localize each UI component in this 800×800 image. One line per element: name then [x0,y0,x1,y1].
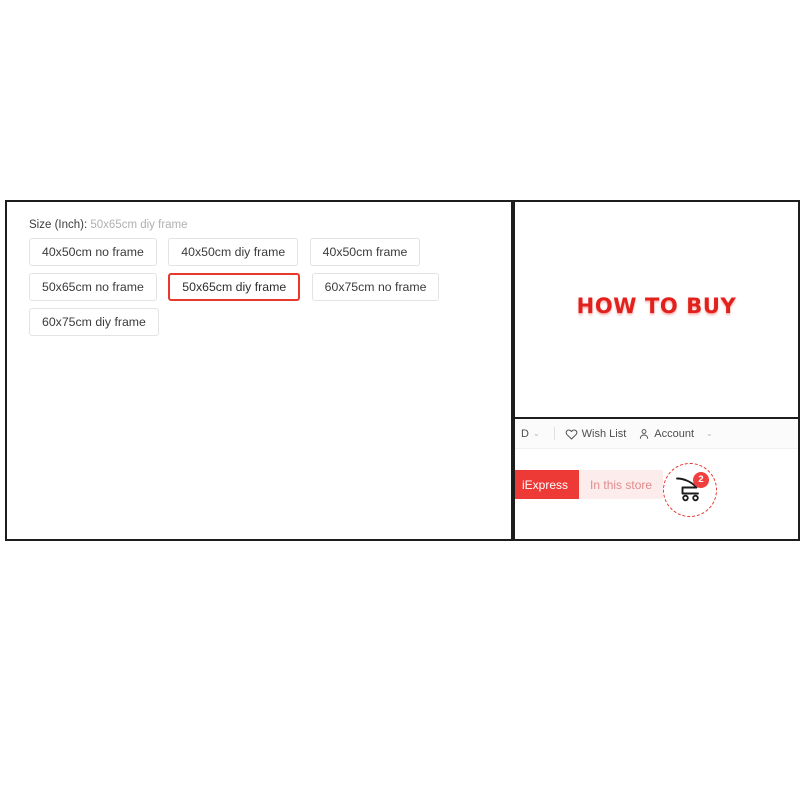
screenshot-stage: Size (Inch): 50x65cm diy frame 40x50cm n… [0,0,800,800]
search-scope-tabs: iExpress In this store [515,470,664,499]
wish-list-label: Wish List [581,427,627,440]
wish-list-link[interactable]: Wish List [565,427,627,440]
sku-option-60x75-no-frame[interactable]: 60x75cm no frame [311,273,440,301]
heart-icon [565,428,577,439]
sku-option-40x50-diy-frame[interactable]: 40x50cm diy frame [168,238,299,266]
site-header-panel: D ⌄ Wish List Account ⌄ iExpress In this… [513,419,800,541]
sku-option-50x65-no-frame[interactable]: 50x65cm no frame [29,273,157,301]
sku-option-60x75-diy-frame[interactable]: 60x75cm diy frame [29,308,159,336]
site-top-navigation: D ⌄ Wish List Account ⌄ [515,419,798,449]
sku-property-label: Size (Inch): [29,219,88,231]
shopping-cart-button[interactable]: 2 [675,472,709,505]
product-purchase-panel: Size (Inch): 50x65cm diy frame 40x50cm n… [5,200,513,541]
how-to-buy-heading: HOW TO BUY [576,294,737,318]
sku-selected-value: 50x65cm diy frame [90,219,188,231]
chevron-down-icon: ⌄ [532,429,540,438]
account-menu[interactable]: Account [638,428,694,440]
currency-label: D [521,427,529,440]
cart-count-badge: 2 [693,472,709,488]
sku-option-50x65-diy-frame[interactable]: 50x65cm diy frame [168,273,301,301]
sku-option-grid: 40x50cm no frame 40x50cm diy frame 40x50… [29,238,489,343]
divider [553,427,555,440]
scope-tab-store[interactable]: In this store [579,470,664,499]
person-icon [640,428,649,439]
sku-option-40x50-no-frame[interactable]: 40x50cm no frame [29,238,157,266]
scope-tab-site[interactable]: iExpress [515,470,580,499]
sku-heading: Size (Inch): 50x65cm diy frame [29,218,188,232]
sku-option-row: 50x65cm no frame 50x65cm diy frame 60x75… [29,273,489,301]
account-label: Account [654,427,695,440]
sku-option-row: 40x50cm no frame 40x50cm diy frame 40x50… [29,238,489,266]
how-to-buy-panel: HOW TO BUY [513,200,800,419]
chevron-down-icon[interactable]: ⌄ [706,429,713,438]
sku-option-row: 60x75cm diy frame [29,308,489,336]
sku-option-40x50-frame[interactable]: 40x50cm frame [309,238,421,266]
currency-selector[interactable]: D ⌄ [521,428,540,440]
search-scope-row: iExpress In this store 2 [515,463,798,517]
